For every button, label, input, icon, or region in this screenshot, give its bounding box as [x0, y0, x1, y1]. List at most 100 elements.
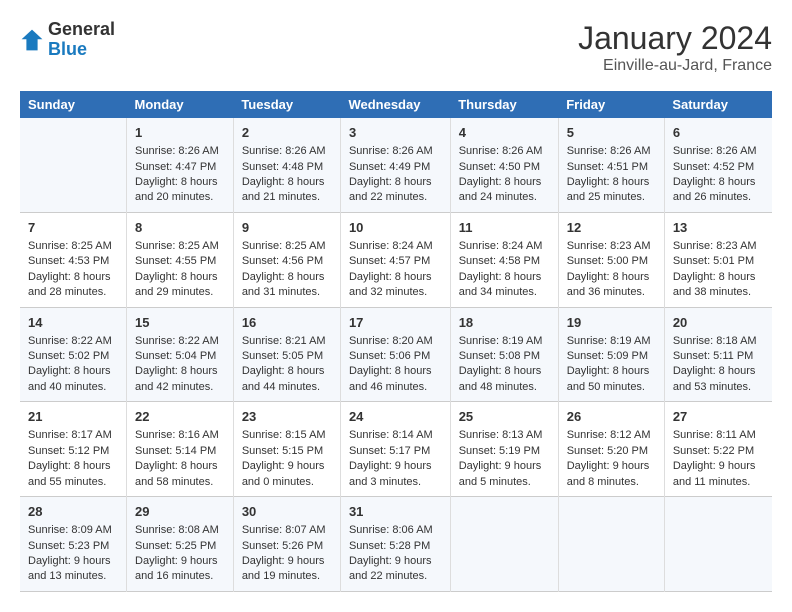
calendar-cell: 9 Sunrise: 8:25 AM Sunset: 4:56 PM Daylig…: [233, 212, 340, 307]
day-number: 22: [135, 408, 225, 426]
calendar-cell: 18 Sunrise: 8:19 AM Sunset: 5:08 PM Dayli…: [450, 307, 558, 402]
day-info: Sunrise: 8:26 AM Sunset: 4:50 PM Dayligh…: [459, 144, 550, 206]
day-info: Sunrise: 8:25 AM Sunset: 4:55 PM Dayligh…: [135, 239, 225, 301]
day-info: Sunrise: 8:24 AM Sunset: 4:57 PM Dayligh…: [349, 239, 442, 301]
day-number: 20: [673, 314, 764, 332]
day-number: 29: [135, 503, 225, 521]
day-number: 18: [459, 314, 550, 332]
day-number: 21: [28, 408, 118, 426]
day-number: 24: [349, 408, 442, 426]
calendar-cell: 12 Sunrise: 8:23 AM Sunset: 5:00 PM Dayli…: [558, 212, 664, 307]
calendar-cell: 26Sunrise: 8:12 AM Sunset: 5:20 PM Dayli…: [558, 402, 664, 497]
day-info: Sunrise: 8:19 AM Sunset: 5:08 PM Dayligh…: [459, 334, 550, 396]
calendar-cell: [558, 497, 664, 592]
day-number: 11: [459, 219, 550, 237]
day-number: 19: [567, 314, 656, 332]
day-info: Sunrise: 8:17 AM Sunset: 5:12 PM Dayligh…: [28, 428, 118, 490]
calendar-cell: 23 Sunrise: 8:15 AM Sunset: 5:15 PM Dayli…: [233, 402, 340, 497]
day-number: 25: [459, 408, 550, 426]
day-info: Sunrise: 8:14 AM Sunset: 5:17 PM Dayligh…: [349, 428, 442, 490]
day-number: 31: [349, 503, 442, 521]
day-info: Sunrise: 8:26 AM Sunset: 4:51 PM Dayligh…: [567, 144, 656, 206]
day-info: Sunrise: 8:26 AM Sunset: 4:48 PM Dayligh…: [242, 144, 332, 206]
calendar-cell: 2 Sunrise: 8:26 AM Sunset: 4:48 PM Daylig…: [233, 118, 340, 212]
day-number: 1: [135, 124, 225, 142]
day-number: 14: [28, 314, 118, 332]
day-number: 17: [349, 314, 442, 332]
calendar-cell: 31 Sunrise: 8:06 AM Sunset: 5:28 PM Dayli…: [340, 497, 450, 592]
day-number: 15: [135, 314, 225, 332]
day-of-week-header: Sunday: [20, 91, 127, 118]
calendar-cell: 20 Sunrise: 8:18 AM Sunset: 5:11 PM Dayli…: [664, 307, 772, 402]
calendar-cell: 14 Sunrise: 8:22 AM Sunset: 5:02 PM Dayli…: [20, 307, 127, 402]
day-number: 7: [28, 219, 118, 237]
calendar-cell: 15 Sunrise: 8:22 AM Sunset: 5:04 PM Dayli…: [127, 307, 234, 402]
day-info: Sunrise: 8:25 AM Sunset: 4:53 PM Dayligh…: [28, 239, 118, 301]
calendar-cell: 10Sunrise: 8:24 AM Sunset: 4:57 PM Dayli…: [340, 212, 450, 307]
day-info: Sunrise: 8:23 AM Sunset: 5:00 PM Dayligh…: [567, 239, 656, 301]
day-of-week-header: Monday: [127, 91, 234, 118]
day-number: 2: [242, 124, 332, 142]
day-info: Sunrise: 8:23 AM Sunset: 5:01 PM Dayligh…: [673, 239, 764, 301]
calendar-cell: 27Sunrise: 8:11 AM Sunset: 5:22 PM Dayli…: [664, 402, 772, 497]
title-block: January 2024 Einville-au-Jard, France: [578, 20, 772, 75]
day-info: Sunrise: 8:09 AM Sunset: 5:23 PM Dayligh…: [28, 523, 118, 585]
calendar-subtitle: Einville-au-Jard, France: [578, 57, 772, 75]
calendar-week-row: 7 Sunrise: 8:25 AM Sunset: 4:53 PM Daylig…: [20, 212, 772, 307]
day-number: 28: [28, 503, 118, 521]
page-header: General Blue January 2024 Einville-au-Ja…: [20, 20, 772, 75]
day-info: Sunrise: 8:13 AM Sunset: 5:19 PM Dayligh…: [459, 428, 550, 490]
day-info: Sunrise: 8:22 AM Sunset: 5:04 PM Dayligh…: [135, 334, 225, 396]
calendar-cell: 30 Sunrise: 8:07 AM Sunset: 5:26 PM Dayli…: [233, 497, 340, 592]
calendar-cell: 8Sunrise: 8:25 AM Sunset: 4:55 PM Daylig…: [127, 212, 234, 307]
calendar-cell: 22Sunrise: 8:16 AM Sunset: 5:14 PM Dayli…: [127, 402, 234, 497]
day-info: Sunrise: 8:22 AM Sunset: 5:02 PM Dayligh…: [28, 334, 118, 396]
calendar-cell: 19 Sunrise: 8:19 AM Sunset: 5:09 PM Dayli…: [558, 307, 664, 402]
day-of-week-header: Wednesday: [340, 91, 450, 118]
calendar-cell: 25 Sunrise: 8:13 AM Sunset: 5:19 PM Dayli…: [450, 402, 558, 497]
calendar-cell: [20, 118, 127, 212]
day-number: 3: [349, 124, 442, 142]
day-info: Sunrise: 8:12 AM Sunset: 5:20 PM Dayligh…: [567, 428, 656, 490]
day-info: Sunrise: 8:21 AM Sunset: 5:05 PM Dayligh…: [242, 334, 332, 396]
calendar-table: SundayMondayTuesdayWednesdayThursdayFrid…: [20, 91, 772, 592]
calendar-week-row: 14 Sunrise: 8:22 AM Sunset: 5:02 PM Dayli…: [20, 307, 772, 402]
day-number: 9: [242, 219, 332, 237]
calendar-cell: 24 Sunrise: 8:14 AM Sunset: 5:17 PM Dayli…: [340, 402, 450, 497]
logo-icon: [20, 28, 44, 52]
day-info: Sunrise: 8:06 AM Sunset: 5:28 PM Dayligh…: [349, 523, 442, 585]
day-number: 30: [242, 503, 332, 521]
calendar-cell: [664, 497, 772, 592]
day-info: Sunrise: 8:26 AM Sunset: 4:52 PM Dayligh…: [673, 144, 764, 206]
calendar-cell: [450, 497, 558, 592]
day-info: Sunrise: 8:25 AM Sunset: 4:56 PM Dayligh…: [242, 239, 332, 301]
calendar-week-row: 28 Sunrise: 8:09 AM Sunset: 5:23 PM Dayli…: [20, 497, 772, 592]
day-info: Sunrise: 8:24 AM Sunset: 4:58 PM Dayligh…: [459, 239, 550, 301]
calendar-cell: 16 Sunrise: 8:21 AM Sunset: 5:05 PM Dayli…: [233, 307, 340, 402]
day-info: Sunrise: 8:07 AM Sunset: 5:26 PM Dayligh…: [242, 523, 332, 585]
calendar-header-row: SundayMondayTuesdayWednesdayThursdayFrid…: [20, 91, 772, 118]
day-info: Sunrise: 8:26 AM Sunset: 4:49 PM Dayligh…: [349, 144, 442, 206]
day-number: 12: [567, 219, 656, 237]
day-info: Sunrise: 8:08 AM Sunset: 5:25 PM Dayligh…: [135, 523, 225, 585]
day-number: 23: [242, 408, 332, 426]
day-info: Sunrise: 8:18 AM Sunset: 5:11 PM Dayligh…: [673, 334, 764, 396]
day-number: 13: [673, 219, 764, 237]
day-info: Sunrise: 8:19 AM Sunset: 5:09 PM Dayligh…: [567, 334, 656, 396]
day-info: Sunrise: 8:15 AM Sunset: 5:15 PM Dayligh…: [242, 428, 332, 490]
calendar-cell: 5Sunrise: 8:26 AM Sunset: 4:51 PM Daylig…: [558, 118, 664, 212]
calendar-cell: 29 Sunrise: 8:08 AM Sunset: 5:25 PM Dayli…: [127, 497, 234, 592]
calendar-title: January 2024: [578, 20, 772, 57]
day-number: 6: [673, 124, 764, 142]
day-of-week-header: Friday: [558, 91, 664, 118]
calendar-cell: 7 Sunrise: 8:25 AM Sunset: 4:53 PM Daylig…: [20, 212, 127, 307]
calendar-week-row: 1Sunrise: 8:26 AM Sunset: 4:47 PM Daylig…: [20, 118, 772, 212]
day-number: 4: [459, 124, 550, 142]
calendar-cell: 17Sunrise: 8:20 AM Sunset: 5:06 PM Dayli…: [340, 307, 450, 402]
calendar-cell: 21 Sunrise: 8:17 AM Sunset: 5:12 PM Dayli…: [20, 402, 127, 497]
day-of-week-header: Thursday: [450, 91, 558, 118]
day-info: Sunrise: 8:11 AM Sunset: 5:22 PM Dayligh…: [673, 428, 764, 490]
day-of-week-header: Saturday: [664, 91, 772, 118]
day-number: 16: [242, 314, 332, 332]
calendar-cell: 13 Sunrise: 8:23 AM Sunset: 5:01 PM Dayli…: [664, 212, 772, 307]
